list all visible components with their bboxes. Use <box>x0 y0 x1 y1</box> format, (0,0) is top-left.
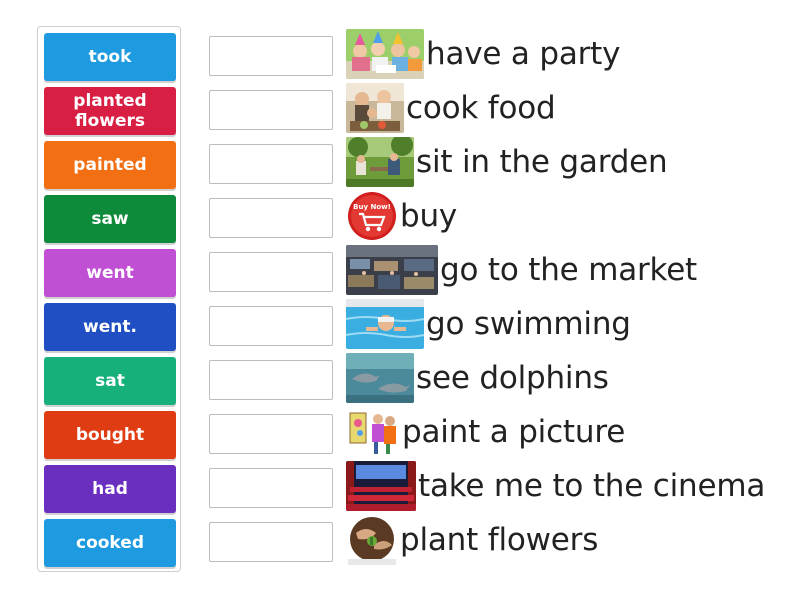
tile-label: went. <box>83 317 137 337</box>
tile-label: had <box>92 479 128 499</box>
target-label: cook food <box>406 90 556 126</box>
drop-slot[interactable] <box>209 198 333 238</box>
drop-slot[interactable] <box>209 90 333 130</box>
target-label: sit in the garden <box>416 144 668 180</box>
tile-went[interactable]: went <box>44 249 176 297</box>
drop-slot[interactable] <box>209 414 333 454</box>
tile-label: cooked <box>76 533 144 553</box>
tile-label: went <box>86 263 134 283</box>
drop-slot[interactable] <box>209 306 333 346</box>
buy-now-cart-icon: Buy Now! <box>346 191 398 241</box>
tile-had[interactable]: had <box>44 465 176 513</box>
painting-clipart-icon <box>346 407 400 457</box>
target-label: buy <box>400 198 458 234</box>
planting-photo-icon <box>346 515 398 565</box>
tile-bought[interactable]: bought <box>44 411 176 459</box>
buy-now-text: Buy Now! <box>353 203 391 211</box>
answer-tiles-panel: took planted flowers painted saw went we… <box>37 26 181 572</box>
tile-cooked[interactable]: cooked <box>44 519 176 567</box>
target-label: go to the market <box>440 252 698 288</box>
drop-slot[interactable] <box>209 144 333 184</box>
target-row: paint a picture <box>346 405 625 459</box>
tile-took[interactable]: took <box>44 33 176 81</box>
tile-label: took <box>88 47 132 67</box>
target-label: plant flowers <box>400 522 599 558</box>
target-label: take me to the cinema <box>418 468 766 504</box>
tile-went-dot[interactable]: went. <box>44 303 176 351</box>
tile-label: painted <box>73 155 147 175</box>
target-label: see dolphins <box>416 360 609 396</box>
target-label: paint a picture <box>402 414 626 450</box>
drop-slot[interactable] <box>209 36 333 76</box>
drop-slot[interactable] <box>209 252 333 292</box>
swimming-photo-icon <box>346 299 424 349</box>
tile-painted[interactable]: painted <box>44 141 176 189</box>
garden-photo-icon <box>346 137 414 187</box>
target-row: take me to the cinema <box>346 459 765 513</box>
market-photo-icon <box>346 245 438 295</box>
cinema-photo-icon <box>346 461 416 511</box>
target-row: have a party <box>346 27 620 81</box>
tile-label: sat <box>95 371 125 391</box>
tile-label: saw <box>91 209 129 229</box>
target-row: plant flowers <box>346 513 598 567</box>
tile-saw[interactable]: saw <box>44 195 176 243</box>
tile-label: bought <box>75 425 145 445</box>
party-photo-icon <box>346 29 424 79</box>
tile-planted-flowers[interactable]: planted flowers <box>44 87 176 135</box>
target-row: cook food <box>346 81 556 135</box>
drop-slot[interactable] <box>209 468 333 508</box>
target-row: see dolphins <box>346 351 609 405</box>
tile-label: planted flowers <box>73 91 147 131</box>
tile-sat[interactable]: sat <box>44 357 176 405</box>
target-row: sit in the garden <box>346 135 668 189</box>
family-cooking-photo-icon <box>346 83 404 133</box>
target-label: have a party <box>426 36 621 72</box>
target-row: go to the market <box>346 243 697 297</box>
target-row: go swimming <box>346 297 631 351</box>
target-label: go swimming <box>426 306 631 342</box>
drop-slot[interactable] <box>209 360 333 400</box>
drop-slot[interactable] <box>209 522 333 562</box>
target-row: Buy Now! buy <box>346 189 457 243</box>
dolphins-photo-icon <box>346 353 414 403</box>
